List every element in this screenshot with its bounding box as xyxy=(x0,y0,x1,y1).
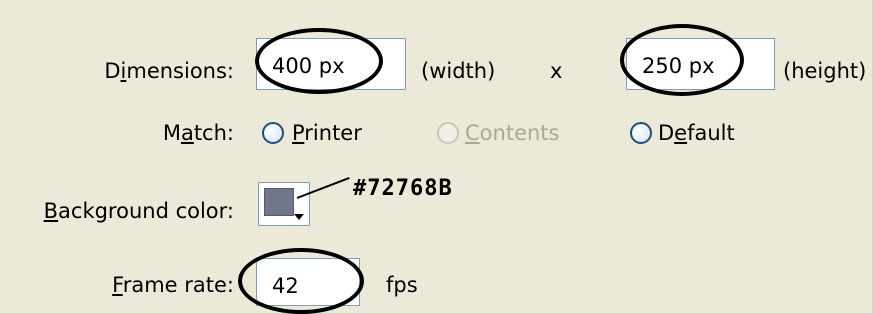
frame-rate-label: Frame rate: xyxy=(112,273,234,297)
height-unit-label: (height) xyxy=(783,59,867,83)
match-printer-radio[interactable] xyxy=(262,122,284,144)
match-label: Match: xyxy=(162,121,234,145)
frame-rate-highlight-circle xyxy=(238,248,364,314)
background-color-swatch xyxy=(264,188,294,216)
background-color-annotation: #72768B xyxy=(353,176,453,201)
background-color-picker[interactable] xyxy=(258,182,310,226)
match-contents-label[interactable]: Contents xyxy=(465,120,559,146)
dimensions-separator: x xyxy=(550,59,563,83)
document-properties-panel: Dimensions: 400 px (width) x 250 px (hei… xyxy=(0,0,873,314)
match-default-label[interactable]: Default xyxy=(658,120,735,146)
dimensions-label: Dimensions: xyxy=(104,59,234,83)
match-default-radio[interactable] xyxy=(630,122,652,144)
height-highlight-circle xyxy=(620,24,744,96)
dropdown-arrow-icon xyxy=(294,214,304,220)
match-contents-radio[interactable] xyxy=(437,122,459,144)
width-highlight-circle xyxy=(255,28,383,94)
width-unit-label: (width) xyxy=(421,59,496,83)
match-printer-label[interactable]: Printer xyxy=(292,120,362,146)
frame-rate-unit-label: fps xyxy=(386,273,418,297)
background-color-label: Background color: xyxy=(43,199,234,223)
